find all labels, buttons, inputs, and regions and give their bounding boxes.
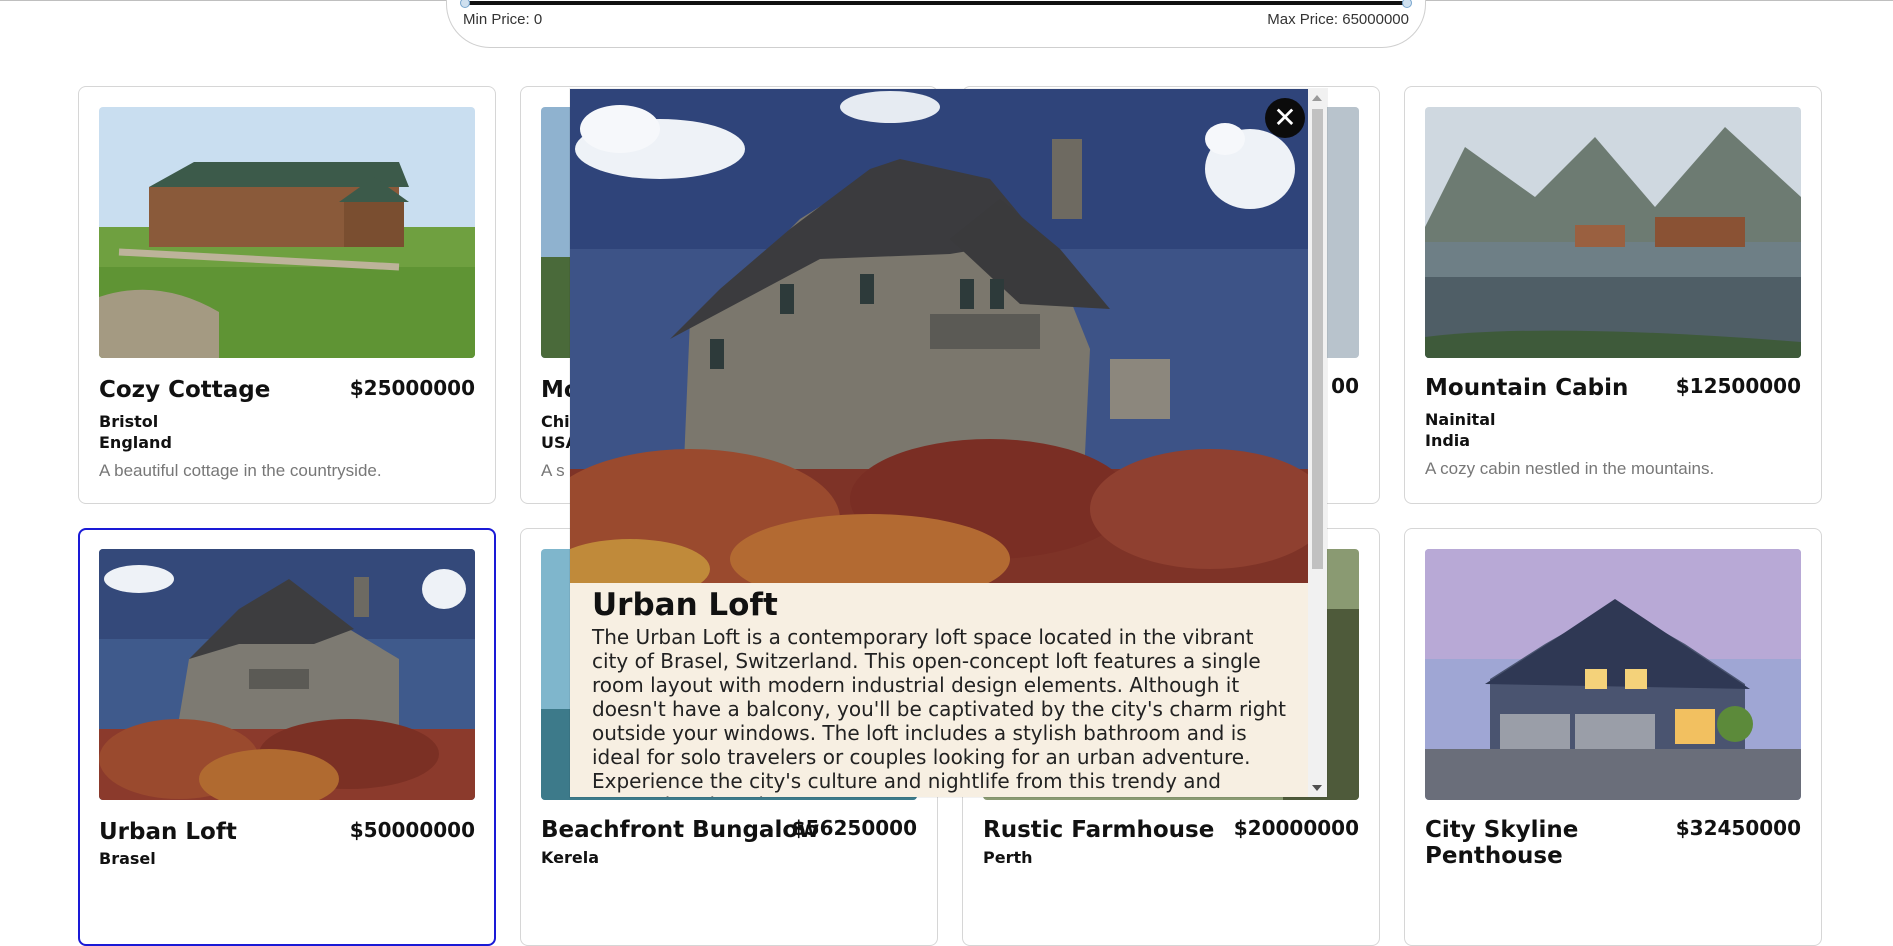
property-card-urban-loft[interactable]: Urban Loft $50000000 Brasel (78, 528, 496, 946)
max-price-handle[interactable] (1402, 0, 1412, 8)
scroll-down-arrow-icon[interactable] (1312, 785, 1322, 791)
property-name: City Skyline Penthouse (1425, 817, 1579, 869)
property-price: $50000000 (349, 818, 475, 842)
property-name: Mountain Cabin (1425, 375, 1629, 401)
property-city: Chi (541, 412, 570, 431)
property-price: $56250000 (791, 816, 917, 840)
modal-close-button[interactable]: ✕ (1265, 98, 1305, 138)
modal-scrollbar[interactable] (1308, 89, 1327, 797)
scroll-up-arrow-icon[interactable] (1312, 95, 1322, 101)
property-city: Perth (983, 848, 1033, 867)
property-description: A beautiful cottage in the countryside. (99, 461, 382, 480)
property-name: Beachfront Bungalow (541, 817, 820, 843)
property-name: Cozy Cottage (99, 377, 271, 403)
property-description: A cozy cabin nestled in the mountains. (1425, 459, 1715, 478)
property-city: Kerela (541, 848, 599, 867)
close-icon: ✕ (1273, 101, 1297, 134)
property-card-city-skyline-penthouse[interactable]: City Skyline Penthouse $32450000 (1404, 528, 1822, 946)
property-city: Bristol (99, 412, 159, 431)
property-country: England (99, 433, 172, 452)
property-image (99, 107, 475, 358)
property-price: 00 (1331, 374, 1359, 398)
scroll-thumb[interactable] (1312, 109, 1323, 569)
price-filter-panel: Min Price: 0 Max Price: 65000000 (446, 0, 1426, 48)
price-slider-track[interactable] (466, 1, 1406, 5)
modal-description: The Urban Loft is a contemporary loft sp… (592, 625, 1286, 797)
max-price-label: Max Price: 65000000 (1267, 11, 1409, 28)
property-price: $25000000 (349, 376, 475, 400)
property-price: $32450000 (1675, 816, 1801, 840)
property-card-cozy-cottage[interactable]: Cozy Cottage $25000000 Bristol England A… (78, 86, 496, 504)
property-image (99, 549, 475, 800)
min-price-handle[interactable] (460, 0, 470, 8)
modal-title: Urban Loft (592, 587, 778, 623)
property-city: Nainital (1425, 410, 1496, 429)
property-image (1425, 107, 1801, 358)
property-description: A s (541, 461, 565, 480)
property-name: Urban Loft (99, 819, 237, 845)
property-price: $20000000 (1233, 816, 1359, 840)
min-price-label: Min Price: 0 (463, 11, 543, 28)
modal-property-image (570, 89, 1308, 583)
property-card-mountain-cabin[interactable]: Mountain Cabin $12500000 Nainital India … (1404, 86, 1822, 504)
property-name: Rustic Farmhouse (983, 817, 1215, 843)
property-city: Brasel (99, 849, 156, 868)
property-country: India (1425, 431, 1471, 450)
property-image (1425, 549, 1801, 800)
property-price: $12500000 (1675, 374, 1801, 398)
property-detail-modal: ✕ Urban Loft The Urban Loft is a contemp… (570, 89, 1327, 797)
